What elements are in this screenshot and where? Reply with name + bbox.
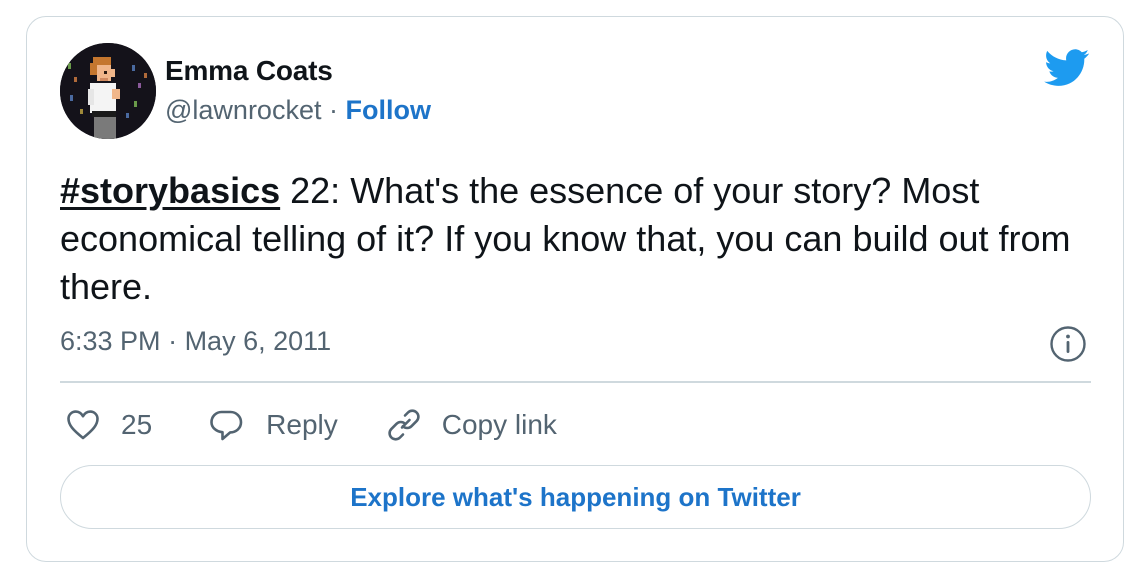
action-bar: 25 Reply Copy link: [65, 407, 557, 443]
reply-label: Reply: [266, 409, 338, 440]
explore-twitter-button[interactable]: Explore what's happening on Twitter: [60, 465, 1091, 529]
copy-link-label: Copy link: [441, 409, 557, 440]
explore-label: Explore what's happening on Twitter: [350, 481, 801, 512]
hashtag-link[interactable]: #storybasics: [60, 170, 280, 211]
info-icon[interactable]: [1049, 325, 1087, 363]
reply-button[interactable]: Reply: [208, 407, 338, 443]
twitter-bird-icon[interactable]: [1044, 49, 1090, 87]
tweet-timestamp[interactable]: 6:33 PM · May 6, 2011: [60, 326, 331, 357]
handle-separator: ·: [321, 95, 346, 125]
speech-bubble-icon: [210, 410, 243, 441]
author-name[interactable]: Emma Coats: [165, 55, 333, 87]
tweet-date: May 6, 2011: [184, 326, 332, 356]
avatar[interactable]: [60, 43, 156, 139]
like-button[interactable]: 25: [65, 407, 152, 443]
divider: [60, 381, 1091, 383]
tweet-text: #storybasics 22: What's the essence of y…: [60, 167, 1100, 311]
like-count: 25: [121, 409, 153, 440]
tweet-time: 6:33 PM: [60, 326, 161, 356]
link-icon: [388, 409, 420, 441]
tweet-card: Emma Coats @lawnrocket · Follow #storyba…: [26, 16, 1124, 562]
author-handle[interactable]: @lawnrocket: [165, 95, 321, 125]
copy-link-button[interactable]: Copy link: [386, 407, 557, 443]
avatar-image: [60, 43, 156, 139]
follow-button[interactable]: Follow: [345, 95, 430, 125]
meta-separator: ·: [160, 326, 185, 356]
author-handle-row: @lawnrocket · Follow: [165, 95, 431, 126]
heart-icon: [67, 410, 99, 440]
